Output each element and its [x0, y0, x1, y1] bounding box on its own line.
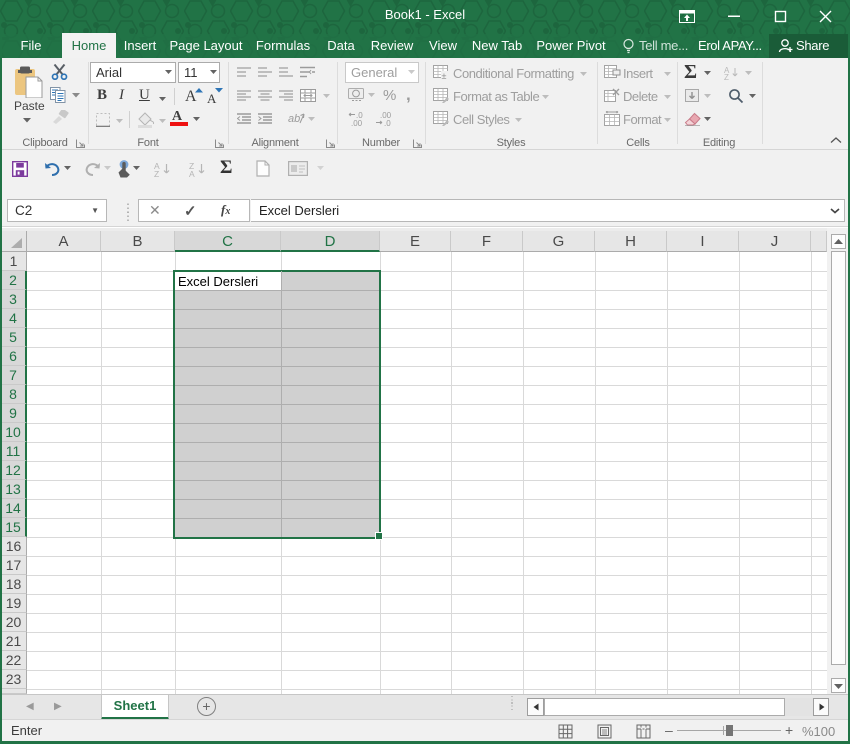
svg-text:A: A: [189, 169, 195, 177]
svg-text:Z: Z: [154, 169, 159, 177]
svg-text:±: ±: [442, 71, 447, 80]
svg-text:.00: .00: [351, 119, 363, 126]
svg-text:ab: ab: [288, 113, 300, 125]
svg-text:Z: Z: [724, 73, 729, 80]
svg-text:.0: .0: [384, 119, 391, 126]
